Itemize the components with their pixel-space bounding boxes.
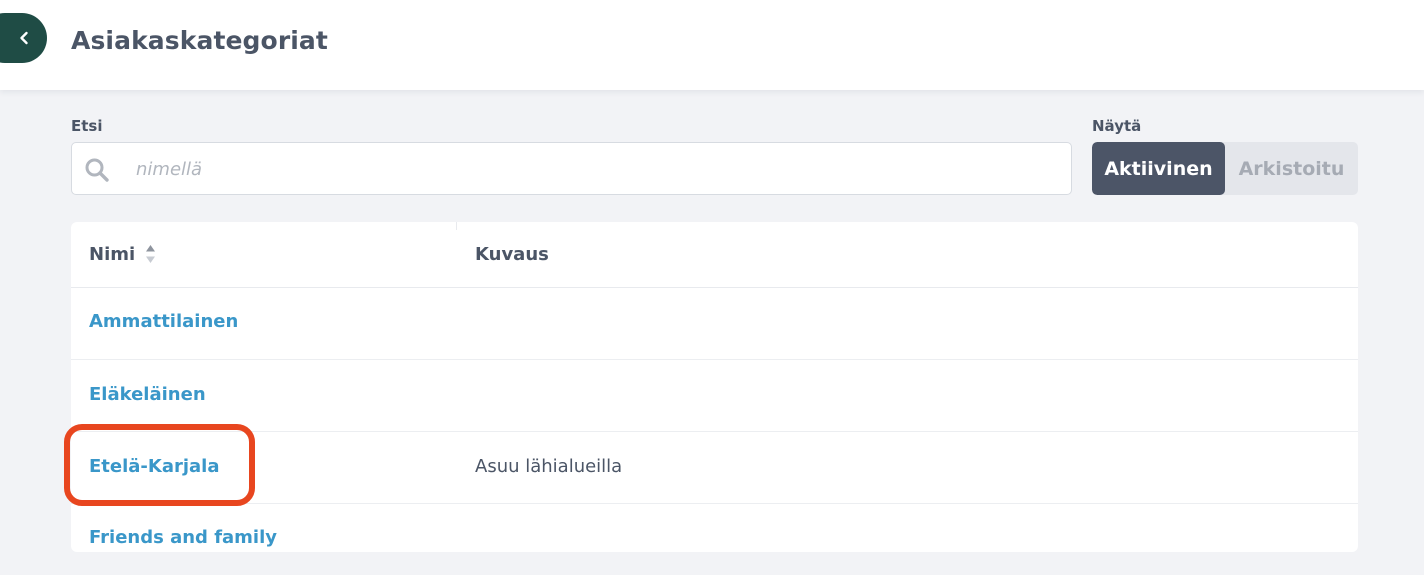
- toggle-active-button[interactable]: Aktiivinen: [1092, 142, 1225, 195]
- sort-icon[interactable]: [145, 244, 156, 264]
- category-name-link[interactable]: Ammattilainen: [89, 311, 238, 332]
- categories-table: Nimi Kuvaus Ammattilainen Eläkeläinen Et…: [71, 222, 1358, 552]
- chevron-left-icon: [20, 31, 28, 45]
- column-header-description[interactable]: Kuvaus: [475, 244, 549, 265]
- search-input[interactable]: [134, 144, 1058, 195]
- toggle-archived-button[interactable]: Arkistoitu: [1225, 142, 1358, 195]
- filter-label: Näytä: [1092, 117, 1142, 135]
- search-field[interactable]: [71, 142, 1072, 195]
- top-bar: Asiakaskategoriat: [0, 0, 1424, 90]
- table-row: Eläkeläinen: [71, 359, 1358, 432]
- search-label: Etsi: [71, 117, 103, 135]
- table-row: Ammattilainen: [71, 287, 1358, 360]
- column-header-name[interactable]: Nimi: [89, 244, 135, 265]
- column-divider: [456, 222, 457, 230]
- status-toggle: Aktiivinen Arkistoitu: [1092, 142, 1358, 195]
- table-row: Etelä-Karjala Asuu lähialueilla: [71, 431, 1358, 504]
- page-title: Asiakaskategoriat: [71, 26, 328, 55]
- category-name-link[interactable]: Eläkeläinen: [89, 384, 206, 405]
- table-header: Nimi Kuvaus: [71, 222, 1358, 288]
- highlight-annotation: [64, 424, 255, 506]
- back-button[interactable]: [0, 13, 47, 63]
- category-description: Asuu lähialueilla: [475, 456, 623, 477]
- search-icon: [85, 158, 109, 182]
- table-row: Friends and family: [71, 503, 1358, 575]
- column-header-name-label: Nimi: [89, 244, 136, 265]
